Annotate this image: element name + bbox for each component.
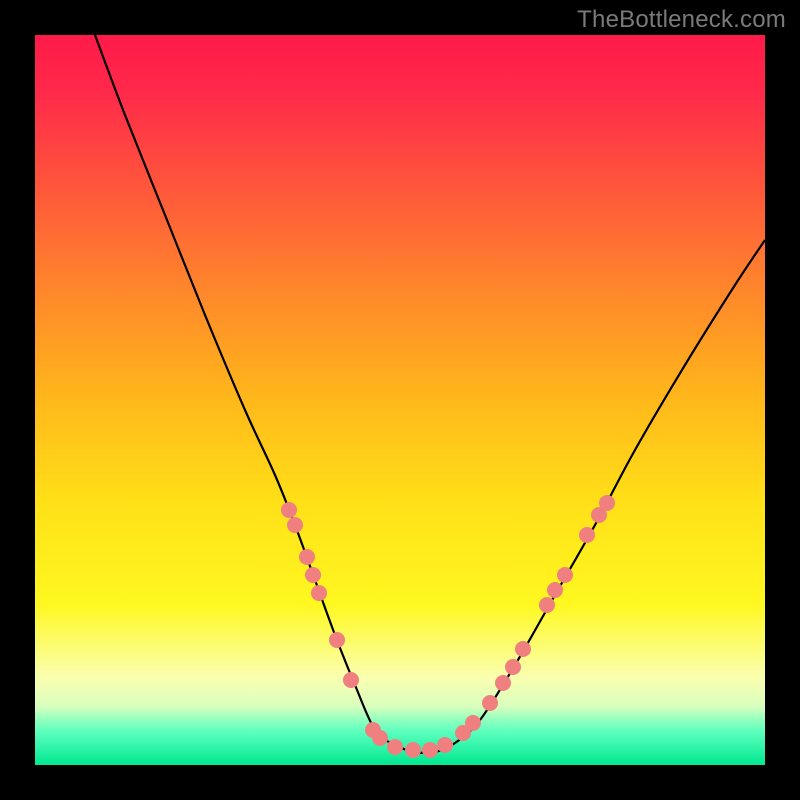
bottleneck-curve-svg — [35, 35, 765, 765]
curve-marker — [557, 567, 573, 583]
curve-marker — [281, 502, 297, 518]
curve-marker — [329, 632, 345, 648]
curve-marker — [343, 672, 359, 688]
curve-marker — [505, 659, 521, 675]
bottleneck-curve-path — [95, 35, 765, 753]
curve-marker — [547, 582, 563, 598]
plot-area — [35, 35, 765, 765]
curve-marker — [437, 737, 453, 753]
curve-marker — [299, 549, 315, 565]
curve-marker — [495, 675, 511, 691]
curve-marker — [465, 715, 481, 731]
curve-marker — [515, 641, 531, 657]
chart-frame: TheBottleneck.com — [0, 0, 800, 800]
curve-marker — [372, 730, 388, 746]
curve-marker — [405, 742, 421, 758]
curve-marker — [311, 585, 327, 601]
curve-marker — [387, 739, 403, 755]
curve-marker — [422, 742, 438, 758]
curve-marker — [579, 527, 595, 543]
curve-marker — [599, 495, 615, 511]
curve-marker — [287, 517, 303, 533]
curve-marker — [482, 695, 498, 711]
watermark-text: TheBottleneck.com — [577, 6, 786, 34]
curve-marker — [539, 597, 555, 613]
curve-marker — [305, 567, 321, 583]
